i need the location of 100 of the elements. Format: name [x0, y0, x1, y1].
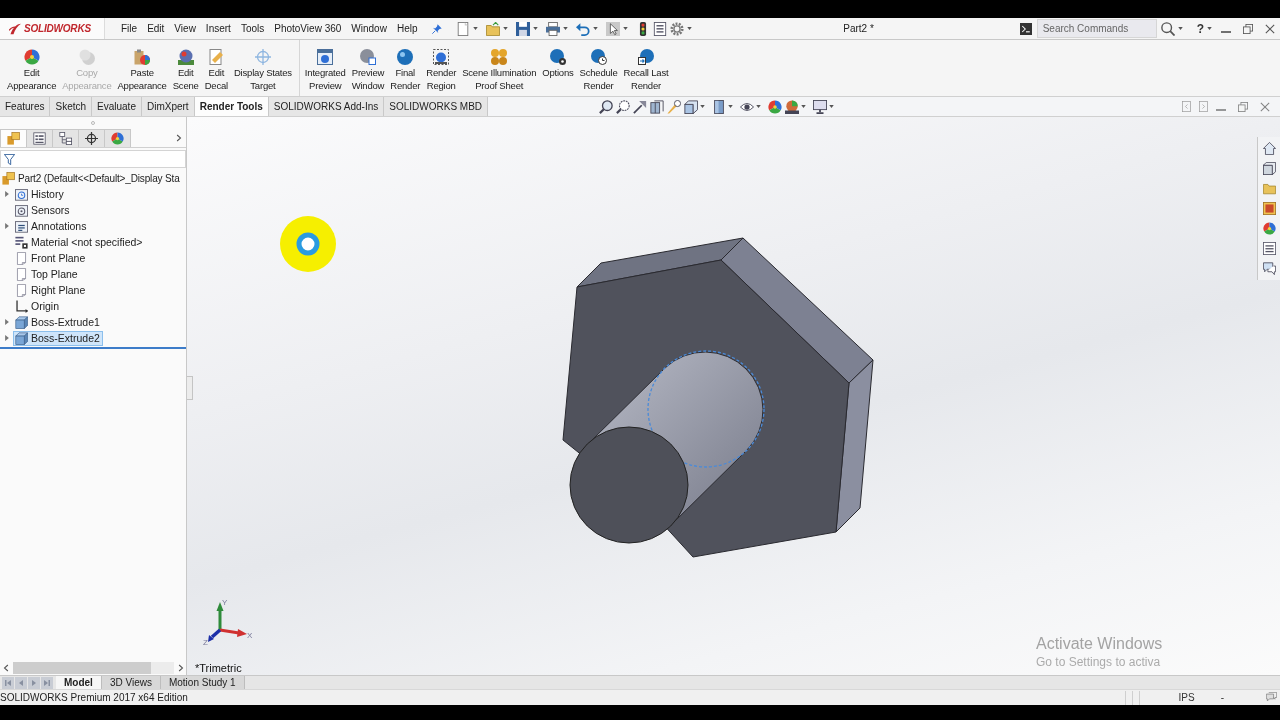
caret-icon[interactable] [473, 27, 479, 30]
tree-item[interactable]: Material <not specified> [13, 234, 146, 250]
tile-left-icon[interactable] [1182, 101, 1191, 112]
chevron-right-icon[interactable] [176, 134, 182, 142]
caret-icon[interactable] [563, 27, 569, 30]
command-button[interactable]: Render Region [424, 40, 459, 96]
search-icon[interactable] [1160, 21, 1175, 36]
menu-item[interactable]: Edit [142, 19, 170, 38]
restore-icon[interactable] [1243, 23, 1253, 34]
close-icon[interactable] [1265, 23, 1275, 34]
shaded-box-icon[interactable] [712, 99, 726, 114]
cube-section-icon[interactable] [650, 99, 664, 114]
document-list-icon[interactable] [653, 21, 668, 36]
tab[interactable]: DimXpert [141, 97, 195, 116]
model-tab[interactable]: Model [56, 676, 102, 689]
command-button[interactable]: Preview Window [349, 40, 387, 96]
monitor-icon[interactable] [813, 99, 827, 114]
scene-sphere-icon[interactable] [785, 99, 799, 114]
caret-icon[interactable] [623, 27, 629, 30]
tree-item[interactable]: Part2 (Default<<Default>_Display Sta [0, 170, 183, 186]
pie-sphere-icon[interactable] [1262, 222, 1276, 235]
chevron-right-icon[interactable] [178, 664, 184, 672]
menu-item[interactable]: View [169, 19, 201, 38]
command-button[interactable]: Options [540, 40, 576, 96]
model-tab[interactable]: 3D Views [101, 676, 161, 689]
magnifier-icon[interactable] [599, 99, 613, 114]
command-button[interactable]: Edit Decal [202, 40, 230, 96]
chevron-left-icon[interactable] [3, 664, 9, 672]
panel-tab[interactable] [78, 129, 105, 147]
minimize-icon[interactable] [1216, 108, 1226, 111]
pin-icon[interactable] [432, 23, 443, 34]
panel-tab[interactable] [26, 129, 53, 147]
slanted-arrow-icon[interactable] [633, 99, 647, 114]
tree-item[interactable]: Origin [13, 298, 62, 314]
speech-bubbles-icon[interactable] [1266, 692, 1277, 703]
minimize-icon[interactable] [1221, 30, 1231, 33]
command-button[interactable]: Schedule Render [577, 40, 620, 96]
tab[interactable]: Evaluate [92, 97, 142, 116]
filter-field[interactable] [0, 150, 186, 168]
tab[interactable]: Render Tools [194, 97, 269, 116]
command-button[interactable]: Edit Appearance [5, 40, 59, 96]
pie-sphere-icon[interactable] [768, 99, 782, 114]
menu-item[interactable]: Tools [235, 19, 270, 38]
menu-item[interactable]: PhotoView 360 [269, 19, 347, 38]
settings-icon[interactable] [670, 21, 685, 36]
command-prompt-icon[interactable] [1019, 22, 1032, 35]
caret-icon[interactable] [829, 105, 834, 108]
model-tab[interactable]: Motion Study 1 [160, 676, 245, 689]
printer-icon[interactable] [546, 21, 561, 36]
tree-item[interactable]: Front Plane [13, 250, 89, 266]
menu-item[interactable]: Insert [200, 19, 236, 38]
caret-icon[interactable] [1207, 27, 1212, 30]
help-button[interactable]: ? [1193, 21, 1207, 36]
caret-icon[interactable] [801, 105, 806, 108]
tree-item[interactable]: History [13, 186, 67, 202]
tree-item[interactable]: Sensors [13, 202, 73, 218]
menu-item[interactable]: File [116, 19, 143, 38]
speech-bubbles-icon[interactable] [1262, 262, 1276, 275]
caret-icon[interactable] [503, 27, 509, 30]
save-icon[interactable] [516, 21, 531, 36]
undo-icon[interactable] [576, 21, 591, 36]
image-tile-icon[interactable] [1262, 202, 1276, 215]
tree-item[interactable]: Boss-Extrude2 [13, 330, 103, 346]
panel-collapse-handle[interactable] [187, 376, 193, 400]
units-label[interactable]: IPS [1178, 692, 1195, 703]
pencil-annotation-icon[interactable] [667, 99, 681, 114]
command-button[interactable]: Recall Last Render [621, 40, 671, 96]
tab[interactable]: SOLIDWORKS MBD [384, 97, 489, 116]
menu-item[interactable]: Window [346, 19, 392, 38]
search-field[interactable]: Search Commands [1036, 19, 1157, 38]
new-document-icon[interactable] [456, 21, 471, 36]
expand-arrow-icon[interactable] [4, 335, 9, 341]
caret-icon[interactable] [533, 27, 539, 30]
tree-item[interactable]: Annotations [13, 218, 90, 234]
command-button[interactable]: Paste Appearance [115, 40, 169, 96]
home-icon[interactable] [1262, 142, 1276, 155]
command-button[interactable]: Display States Target [231, 40, 294, 96]
caret-icon[interactable] [728, 105, 733, 108]
command-button[interactable]: Scene Illumination Proof Sheet [460, 40, 539, 96]
tree-item[interactable]: Top Plane [13, 266, 81, 282]
expand-arrow-icon[interactable] [4, 223, 9, 229]
open-folder-icon[interactable] [486, 21, 501, 36]
document-list-icon[interactable] [1262, 242, 1276, 255]
menu-item[interactable]: Help [391, 19, 423, 38]
expand-arrow-icon[interactable] [4, 191, 9, 197]
tab[interactable]: Sketch [50, 97, 93, 116]
command-button[interactable]: Edit Scene [170, 40, 201, 96]
caret-icon[interactable] [756, 105, 761, 108]
expand-arrow-icon[interactable] [4, 319, 9, 325]
tree-item[interactable]: Boss-Extrude1 [13, 314, 103, 330]
magnifier-icon[interactable] [616, 99, 630, 114]
tab[interactable]: SOLIDWORKS Add-Ins [268, 97, 385, 116]
caret-icon[interactable] [687, 27, 693, 30]
caret-icon[interactable] [1177, 27, 1183, 30]
tab[interactable]: Features [0, 97, 51, 116]
panel-tab[interactable] [52, 129, 79, 147]
caret-icon[interactable] [700, 105, 705, 108]
cube-icon[interactable] [684, 99, 698, 114]
command-button[interactable]: Integrated Preview [302, 40, 348, 96]
command-button[interactable]: Final Render [388, 40, 423, 96]
